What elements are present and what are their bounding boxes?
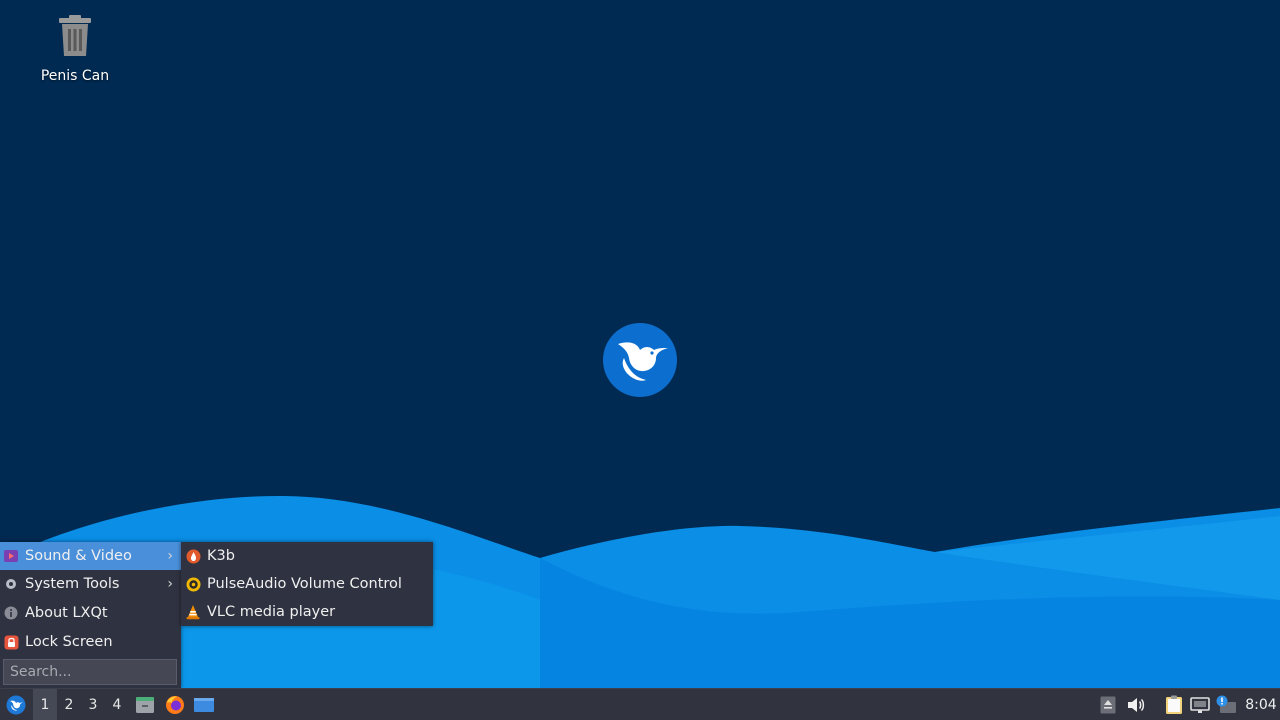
volume-icon: [1128, 697, 1145, 712]
trash-label: Penis Can: [40, 68, 110, 84]
trash-desktop-icon[interactable]: Penis Can: [30, 14, 120, 84]
trash-icon: [59, 15, 91, 56]
file-manager-launcher[interactable]: [133, 689, 157, 720]
tray-network-button[interactable]: [1188, 689, 1212, 720]
application-menu: Sound & Video › System Tools › About LXQ…: [0, 542, 181, 688]
submenu-item-label: VLC media player: [207, 604, 336, 620]
pulseaudio-icon: [185, 576, 201, 592]
clock[interactable]: 8:04: [1242, 689, 1280, 720]
menu-item-lock-screen[interactable]: Lock Screen: [0, 628, 181, 656]
tray-update-notifier-button[interactable]: [1214, 689, 1238, 720]
chevron-right-icon: ›: [167, 576, 173, 592]
menu-item-label: Lock Screen: [25, 634, 113, 650]
firefox-icon: [166, 695, 184, 714]
show-desktop-button[interactable]: [191, 689, 217, 720]
menu-item-label: About LXQt: [25, 605, 108, 621]
update-notification-icon: [1216, 695, 1236, 713]
menu-item-system-tools[interactable]: System Tools ›: [0, 570, 181, 598]
workspace-2[interactable]: 2: [57, 689, 81, 720]
main-menu-button[interactable]: [2, 689, 30, 720]
k3b-icon: [185, 548, 201, 564]
lock-icon: [3, 634, 19, 650]
menu-search-input[interactable]: [3, 659, 177, 685]
info-icon: [3, 605, 19, 621]
tray-volume-button[interactable]: [1124, 689, 1148, 720]
firefox-launcher[interactable]: [162, 689, 188, 720]
submenu-item-label: K3b: [207, 548, 235, 564]
submenu-item-pulseaudio[interactable]: PulseAudio Volume Control: [181, 570, 433, 598]
menu-item-label: Sound & Video: [25, 548, 132, 564]
workspace-3[interactable]: 3: [81, 689, 105, 720]
chevron-right-icon: ›: [167, 548, 173, 564]
menu-item-label: System Tools: [25, 576, 120, 592]
tray-eject-button[interactable]: [1097, 689, 1119, 720]
lubuntu-logo-icon: [603, 323, 677, 397]
sound-video-icon: [3, 548, 19, 564]
network-icon: [1190, 696, 1210, 713]
taskbar: 1 2 3 4 8:04: [0, 688, 1280, 720]
file-manager-icon: [136, 696, 154, 713]
tray-clipboard-button[interactable]: [1162, 689, 1186, 720]
gear-icon: [3, 576, 19, 592]
desktop-icon: [194, 697, 214, 712]
menu-item-sound-video[interactable]: Sound & Video ›: [0, 542, 181, 570]
submenu-item-k3b[interactable]: K3b: [181, 542, 433, 570]
lubuntu-menu-icon: [6, 695, 26, 714]
menu-item-about-lxqt[interactable]: About LXQt: [0, 599, 181, 627]
eject-icon: [1100, 696, 1116, 713]
workspace-4[interactable]: 4: [105, 689, 129, 720]
workspace-1[interactable]: 1: [33, 689, 57, 720]
sound-video-submenu: K3b PulseAudio Volume Control VLC media …: [181, 542, 433, 626]
submenu-item-label: PulseAudio Volume Control: [207, 576, 402, 592]
submenu-item-vlc[interactable]: VLC media player: [181, 598, 433, 626]
clipboard-icon: [1166, 695, 1182, 714]
vlc-cone-icon: [185, 604, 201, 620]
